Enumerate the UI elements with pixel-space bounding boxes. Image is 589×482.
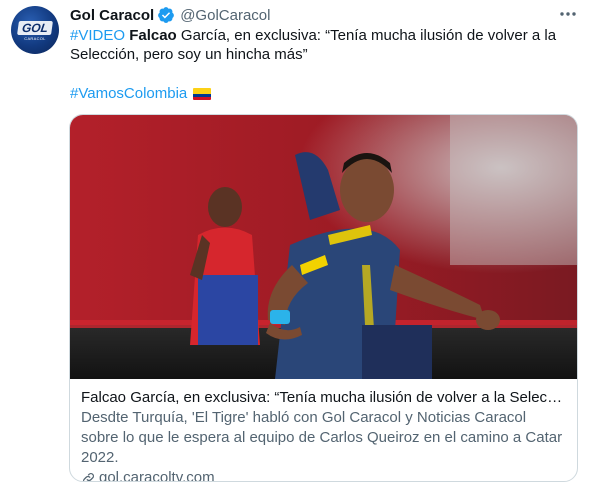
tweet-text: #VIDEO Falcao García, en exclusiva: “Ten… bbox=[70, 26, 570, 64]
tweet[interactable]: GOL CARACOL Gol Caracol @GolCaracol #VID… bbox=[0, 0, 589, 475]
tweet-header: Gol Caracol @GolCaracol bbox=[70, 5, 270, 25]
verified-badge-icon bbox=[157, 6, 175, 24]
avatar-logo-text: GOL bbox=[17, 21, 53, 35]
card-title[interactable]: Falcao García, en exclusiva: “Tenía much… bbox=[81, 388, 567, 407]
avatar-logo-sub: CARACOL bbox=[22, 36, 48, 41]
hashtag-line: #VamosColombia bbox=[70, 84, 211, 103]
hashtag-vamoscolombia[interactable]: #VamosColombia bbox=[70, 84, 187, 103]
hashtag-video[interactable]: #VIDEO bbox=[70, 27, 125, 44]
author-name[interactable]: Gol Caracol bbox=[70, 7, 154, 24]
card-description: Desdte Turquía, 'El Tigre' habló con Gol… bbox=[81, 408, 567, 468]
card-domain[interactable]: gol.caracoltv.com bbox=[81, 468, 567, 482]
avatar[interactable]: GOL CARACOL bbox=[11, 6, 59, 54]
more-options-icon[interactable] bbox=[558, 6, 578, 22]
author-handle[interactable]: @GolCaracol bbox=[180, 7, 270, 24]
card-domain-text[interactable]: gol.caracoltv.com bbox=[99, 468, 215, 482]
card-text[interactable]: Falcao García, en exclusiva: “Tenía much… bbox=[81, 388, 567, 482]
tweet-text-bold: Falcao bbox=[129, 27, 177, 44]
colombia-flag-icon bbox=[193, 88, 211, 100]
card-photo[interactable] bbox=[70, 115, 577, 379]
link-card[interactable]: Falcao García, en exclusiva: “Tenía much… bbox=[69, 114, 578, 482]
link-icon bbox=[81, 471, 96, 482]
